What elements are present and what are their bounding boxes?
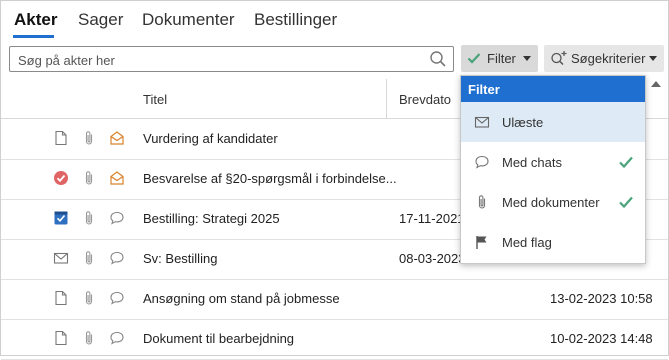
tab-sager[interactable]: Sager — [78, 10, 123, 30]
scroll-up-arrow[interactable] — [651, 81, 661, 87]
table-row[interactable]: Ansøgning om stand på jobmesse 13-02-202… — [1, 279, 668, 320]
table-row[interactable]: Dokument til bearbejdning 10-02-2023 14:… — [1, 319, 668, 360]
column-divider[interactable] — [386, 79, 387, 118]
row-title: Besvarelse af §20-spørgsmål i forbindels… — [143, 171, 397, 186]
red-check-icon — [54, 171, 68, 185]
row-title: Sv: Bestilling — [143, 251, 218, 266]
tab-akter[interactable]: Akter — [14, 10, 57, 30]
filter-option-ulaeste[interactable]: Ulæste — [461, 102, 645, 142]
filter-option-med-chats[interactable]: Med chats — [461, 142, 645, 182]
paperclip-icon — [478, 195, 486, 209]
row-modified-date: 10-02-2023 14:48 — [550, 331, 653, 346]
flag-icon — [476, 236, 487, 249]
filter-button-label: Filter — [487, 51, 516, 66]
filter-menu-header: Filter — [461, 76, 645, 102]
filter-option-label: Med dokumenter — [502, 195, 600, 210]
row-brevdato: 17-11-2021 — [399, 211, 465, 226]
filter-dropdown-menu: Filter Ulæste Med chats Med dokumenter M… — [460, 75, 646, 264]
check-icon — [467, 53, 481, 64]
document-icon — [55, 130, 67, 146]
filter-option-label: Ulæste — [502, 115, 544, 130]
paperclip-icon — [85, 211, 93, 225]
row-title: Bestilling: Strategi 2025 — [143, 211, 280, 226]
column-header-title[interactable]: Titel — [143, 92, 167, 107]
magnifier-icon[interactable] — [429, 50, 447, 68]
blue-task-icon — [54, 211, 68, 225]
checkmark-icon — [619, 156, 633, 169]
chat-bubble-icon — [110, 291, 124, 305]
column-header-brevdato[interactable]: Brevdato — [399, 92, 451, 107]
filter-option-label: Med chats — [502, 155, 562, 170]
chat-bubble-icon — [475, 155, 489, 169]
envelope-icon — [474, 116, 490, 128]
search-criteria-icon — [551, 51, 567, 66]
paperclip-icon — [85, 291, 93, 305]
active-tab-indicator — [13, 35, 54, 38]
tab-bestillinger[interactable]: Bestillinger — [254, 10, 337, 30]
paperclip-icon — [85, 171, 93, 185]
row-title: Vurdering af kandidater — [143, 131, 278, 146]
chat-bubble-icon — [110, 251, 124, 265]
paperclip-icon — [85, 251, 93, 265]
search-box — [9, 46, 454, 72]
app-window: Akter Sager Dokumenter Bestillinger Filt… — [0, 0, 669, 360]
row-brevdato: 08-03-2023 — [399, 251, 466, 266]
search-input[interactable] — [16, 50, 430, 70]
checkmark-icon — [619, 196, 633, 209]
filter-option-med-dokumenter[interactable]: Med dokumenter — [461, 182, 645, 222]
envelope-icon — [53, 252, 69, 264]
open-envelope-icon — [110, 131, 124, 145]
chat-bubble-icon — [110, 331, 124, 345]
row-title: Dokument til bearbejdning — [143, 331, 295, 346]
paperclip-icon — [85, 331, 93, 345]
filter-button[interactable]: Filter — [461, 45, 538, 72]
tab-dokumenter[interactable]: Dokumenter — [142, 10, 235, 30]
sogekriterier-button-label: Søgekriterier — [571, 51, 646, 66]
row-modified-date: 13-02-2023 10:58 — [550, 291, 653, 306]
filter-option-med-flag[interactable]: Med flag — [461, 222, 645, 262]
document-icon — [55, 290, 67, 306]
paperclip-icon — [85, 131, 93, 145]
filter-option-label: Med flag — [502, 235, 552, 250]
tab-bar: Akter Sager Dokumenter Bestillinger — [1, 1, 668, 41]
row-title: Ansøgning om stand på jobmesse — [143, 291, 340, 306]
chevron-down-icon — [523, 56, 531, 61]
chat-bubble-icon — [110, 211, 124, 225]
open-envelope-icon — [110, 171, 124, 185]
filter-menu-title: Filter — [468, 82, 500, 97]
chevron-down-icon — [649, 56, 657, 61]
sogekriterier-button[interactable]: Søgekriterier — [544, 45, 664, 72]
document-icon — [55, 330, 67, 346]
